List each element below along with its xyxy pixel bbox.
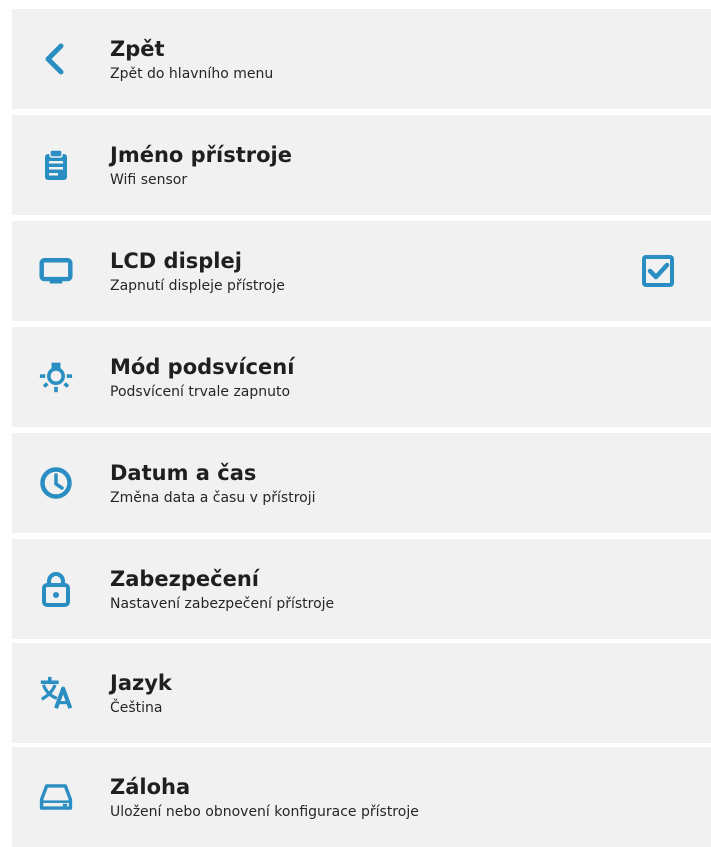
menu-item-language[interactable]: Jazyk Čeština <box>12 643 711 743</box>
clipboard-icon <box>39 148 73 182</box>
monitor-icon <box>39 254 73 288</box>
backlight-bulb-icon <box>39 360 73 394</box>
menu-item-subtitle: Uložení nebo obnovení konfigurace přístr… <box>110 804 419 820</box>
menu-item-title: Záloha <box>110 775 191 799</box>
menu-item-date-time[interactable]: Datum a čas Změna data a času v přístroj… <box>12 433 711 533</box>
menu-item-title: Datum a čas <box>110 461 257 485</box>
menu-item-subtitle: Wifi sensor <box>110 172 188 188</box>
menu-item-backup[interactable]: Záloha Uložení nebo obnovení konfigurace… <box>12 747 711 847</box>
clock-icon <box>39 466 73 500</box>
menu-item-title: Jazyk <box>110 671 172 695</box>
menu-item-title: LCD displej <box>110 249 242 273</box>
menu-item-subtitle: Změna data a času v přístroji <box>110 490 316 506</box>
menu-item-subtitle: Nastavení zabezpečení přístroje <box>110 596 335 612</box>
menu-item-device-name[interactable]: Jméno přístroje Wifi sensor <box>12 115 711 215</box>
menu-item-back[interactable]: Zpět Zpět do hlavního menu <box>12 9 711 109</box>
menu-item-subtitle: Zapnutí displeje přístroje <box>110 278 285 294</box>
drive-icon <box>39 780 73 814</box>
menu-item-title: Jméno přístroje <box>110 143 292 167</box>
lcd-display-checkbox[interactable] <box>640 253 676 289</box>
menu-item-title: Zpět <box>110 37 165 61</box>
menu-item-lcd-display[interactable]: LCD displej Zapnutí displeje přístroje <box>12 221 711 321</box>
lock-icon <box>39 572 73 607</box>
checkbox-checked-icon <box>642 255 674 287</box>
menu-item-subtitle: Podsvícení trvale zapnuto <box>110 384 291 400</box>
menu-item-title: Zabezpečení <box>110 567 260 591</box>
chevron-left-icon <box>39 42 73 76</box>
settings-menu: Zpět Zpět do hlavního menu Jméno přístro… <box>0 0 711 847</box>
menu-item-backlight-mode[interactable]: Mód podsvícení Podsvícení trvale zapnuto <box>12 327 711 427</box>
menu-item-subtitle: Zpět do hlavního menu <box>110 66 274 82</box>
menu-item-title: Mód podsvícení <box>110 355 295 379</box>
menu-item-subtitle: Čeština <box>110 700 163 716</box>
translate-icon <box>39 676 73 710</box>
menu-item-security[interactable]: Zabezpečení Nastavení zabezpečení přístr… <box>12 539 711 639</box>
